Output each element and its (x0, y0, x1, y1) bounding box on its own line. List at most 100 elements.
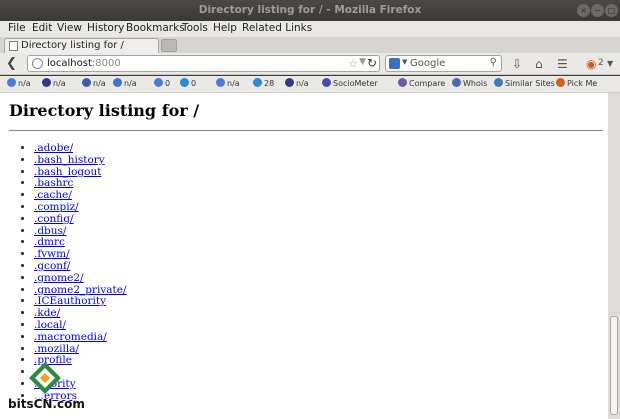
directory-entry-link[interactable]: .kde/ (34, 307, 60, 319)
tab-strip: Directory listing for / (0, 37, 620, 53)
bookmark-label: Pick Me (567, 79, 598, 88)
engine-dropdown-icon[interactable]: ▼ (402, 58, 407, 66)
home-icon[interactable]: ⌂ (535, 57, 543, 71)
directory-entry-link[interactable]: .dbus/ (34, 225, 66, 237)
bookmark-label: 28 (264, 79, 275, 88)
stats-icon (82, 78, 91, 87)
directory-entry-link[interactable]: .bashrc (34, 177, 73, 189)
download-icon[interactable]: ⇩ (512, 57, 522, 71)
back-arrow-icon[interactable]: ❮ (6, 56, 20, 72)
tab-directory-listing[interactable]: Directory listing for / (4, 38, 159, 53)
menu-history[interactable]: History (87, 22, 124, 34)
bookmark-item[interactable]: n/a (82, 78, 106, 88)
directory-entry-link[interactable]: .bash_logout (34, 166, 101, 178)
directory-entry-link[interactable]: .bash_history (34, 154, 105, 166)
bookmark-item[interactable]: n/a (7, 78, 31, 88)
url-port: :8000 (91, 58, 121, 69)
menu-tools[interactable]: Tools (182, 22, 208, 34)
bookmark-item[interactable]: Compare (398, 78, 445, 88)
menu-related-links[interactable]: Related Links (242, 22, 312, 34)
bookmark-label: 0 (191, 79, 197, 88)
reload-icon[interactable]: ↻ (367, 56, 377, 70)
window-titlebar: × − □ Directory listing for / - Mozilla … (0, 0, 620, 21)
google-icon (7, 78, 16, 87)
search-engine-icon[interactable] (389, 58, 400, 69)
bookmark-item[interactable]: n/a (285, 78, 309, 88)
bookmark-item[interactable]: SocioMeter (322, 78, 378, 88)
url-dropdown-icon[interactable]: ▼ (359, 57, 366, 67)
directory-entry-link[interactable]: .macromedia/ (34, 331, 107, 343)
bing-icon (180, 78, 189, 87)
bookmark-label: n/a (53, 79, 66, 88)
directory-entry-link[interactable]: .local/ (34, 319, 66, 331)
url-text[interactable]: localhost:8000 (47, 58, 121, 69)
bookmark-label: 0 (165, 79, 171, 88)
bookmark-item[interactable]: Similar Sites (494, 78, 555, 88)
new-tab-button[interactable] (161, 39, 177, 52)
bookmark-item[interactable]: n/a (113, 78, 137, 88)
directory-entry-link[interactable]: .dmrc (34, 236, 65, 248)
bookmark-item[interactable]: 0 (154, 78, 170, 88)
page-rank-icon (42, 78, 51, 87)
watermark: bitsCN.com (4, 361, 88, 417)
navigation-toolbar: ❮ localhost:8000 ☆ ▼ ↻ ▼ Google ⚲ ⇩ ⌂ ☰ … (0, 53, 620, 75)
directory-entry-link[interactable]: .mozilla/ (34, 343, 79, 355)
bookmark-label: SocioMeter (333, 79, 378, 88)
page-content: Directory listing for / .adobe/.bash_his… (0, 93, 608, 419)
heading-divider (9, 130, 603, 131)
bookmark-label: n/a (93, 79, 106, 88)
bing-icon (253, 78, 262, 87)
alexa-icon (113, 78, 122, 87)
pick-me-icon (556, 78, 565, 87)
google-icon (216, 78, 225, 87)
similar-sites-icon (494, 78, 503, 87)
page-title: Directory listing for / (9, 101, 200, 120)
bookmark-item[interactable]: 0 (180, 78, 196, 88)
extension-badge: 2 (598, 58, 604, 68)
directory-entry-link[interactable]: .compiz/ (34, 201, 79, 213)
menu-file[interactable]: File (8, 22, 26, 34)
directory-entry-link[interactable]: .config/ (34, 213, 74, 225)
bookmark-item[interactable]: Whois (452, 78, 487, 88)
url-bar[interactable]: localhost:8000 ☆ ▼ ↻ (27, 55, 380, 72)
site-identity-icon[interactable] (32, 58, 43, 69)
directory-entry-link[interactable]: .ICEauthority (34, 295, 106, 307)
bookmark-label: n/a (227, 79, 240, 88)
directory-entry-link[interactable]: .gnome2_private/ (34, 284, 127, 296)
directory-entry-link[interactable]: .fvwm/ (34, 248, 70, 260)
directory-entry-link[interactable]: .cache/ (34, 189, 72, 201)
menu-dropdown-icon[interactable]: ▼ (607, 59, 613, 68)
compare-icon (398, 78, 407, 87)
directory-entry-link[interactable]: .adobe/ (34, 142, 73, 154)
bookmark-star-icon[interactable]: ☆ (348, 57, 358, 70)
search-bar[interactable]: ▼ Google ⚲ (385, 55, 502, 72)
directory-entry-link[interactable]: .gnome2/ (34, 272, 84, 284)
menu-bar: File Edit View History Bookmarks Tools H… (0, 21, 620, 37)
tab-label: Directory listing for / (21, 40, 124, 51)
chart-icon (322, 78, 331, 87)
bookmark-item[interactable]: Pick Me (556, 78, 597, 88)
addon-icon[interactable]: ☰ (557, 57, 568, 71)
search-placeholder: Google (410, 58, 446, 69)
page-favicon-icon (9, 41, 18, 51)
bookmark-item[interactable]: n/a (216, 78, 240, 88)
search-icon[interactable]: ⚲ (490, 57, 497, 68)
bookmark-label: n/a (296, 79, 309, 88)
page-rank-icon (285, 78, 294, 87)
menu-help[interactable]: Help (213, 22, 237, 34)
whois-icon (452, 78, 461, 87)
google-icon (154, 78, 163, 87)
vertical-scrollbar[interactable] (608, 93, 620, 419)
bookmark-item[interactable]: 28 (253, 78, 274, 88)
bookmark-label: Similar Sites (505, 79, 555, 88)
menu-view[interactable]: View (57, 22, 82, 34)
scrollbar-thumb[interactable] (610, 316, 618, 415)
directory-entry-link[interactable]: .gconf/ (34, 260, 70, 272)
extension-icon[interactable]: ◉ (586, 57, 596, 71)
bookmark-label: n/a (18, 79, 31, 88)
menu-edit[interactable]: Edit (32, 22, 52, 34)
menu-bookmarks[interactable]: Bookmarks (126, 22, 185, 34)
bookmark-item[interactable]: n/a (42, 78, 66, 88)
bookmarks-toolbar: n/a n/a n/a n/a 0 0 n/a 28 n/a SocioMeter Compare W… (0, 76, 620, 93)
window-title: Directory listing for / - Mozilla Firefo… (198, 4, 422, 16)
